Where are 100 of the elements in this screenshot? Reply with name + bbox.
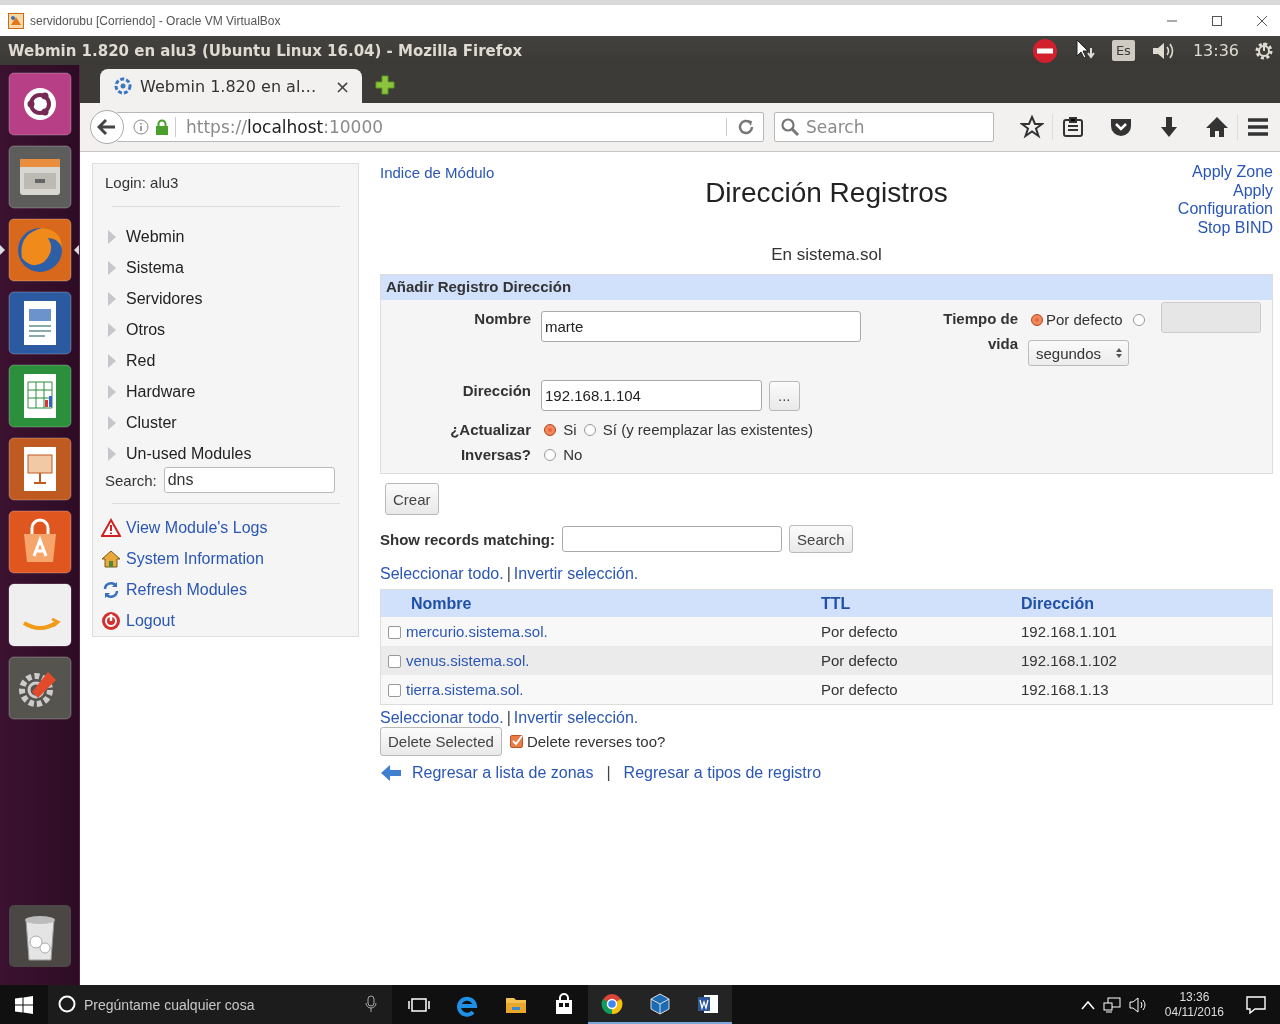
vm-app-icon [8,12,24,29]
star-icon[interactable] [1020,115,1044,139]
menu-icon[interactable] [1246,115,1270,139]
clock[interactable]: 13:36 [1192,41,1239,60]
zone-subtitle: En sistema.sol [770,245,883,265]
sidebar-link[interactable]: Refresh Modules [126,580,247,599]
category-item[interactable]: Webmin [107,221,358,252]
spinner-arrows-icon [1115,347,1124,359]
table-cell: 192.168.1.13 [1021,681,1109,698]
delete-selected-button[interactable]: Delete Selected [380,727,502,756]
network-icon[interactable] [1102,996,1121,1013]
radio-button[interactable] [544,424,556,436]
category-item[interactable]: Red [107,345,358,376]
taskbar-app[interactable] [684,985,732,1024]
windows-logo-icon[interactable] [15,995,33,1014]
clock[interactable]: 13:36 04/11/2016 [1164,989,1224,1020]
create-button[interactable]: Crear [385,483,439,515]
collapsed-arrow-icon [107,414,117,431]
radio-button[interactable] [544,449,556,461]
radio-button[interactable] [583,424,596,436]
radio-button[interactable] [1031,314,1043,326]
back-link[interactable]: Regresar a lista de zonas [412,764,594,782]
category-item[interactable]: Otros [107,314,358,345]
no-entry-icon[interactable] [1031,37,1058,64]
collapsed-arrow-icon [107,352,117,369]
search-button[interactable]: Search [789,525,853,553]
task-view-icon[interactable] [408,996,430,1013]
search-icon [780,117,800,137]
collapsed-arrow-icon [107,290,117,307]
form-header: Añadir Registro Dirección [381,275,1272,300]
picker-button[interactable]: ... [769,380,800,411]
module-search-field[interactable]: dns [163,467,335,493]
selection-link[interactable]: Invertir selección. [513,565,639,582]
keyboard-layout-indicator[interactable]: Es [1111,40,1135,61]
gear-flower-icon [114,77,132,95]
url-field[interactable]: https://localhost:10000 [116,112,764,142]
back-link[interactable]: Regresar a tipos de registro [623,764,822,782]
column-header[interactable]: Dirección [1021,594,1094,612]
window-title: servidorubu [Corriendo] - Oracle VM VirtualBox [30,13,281,28]
reading-list-icon[interactable] [1061,115,1085,139]
page-title: Dirección Registros [705,177,948,210]
circle-icon [58,995,76,1013]
record-link[interactable]: venus.sistema.sol. [406,652,530,669]
checkbox[interactable] [509,735,523,748]
record-link[interactable]: tierra.sistema.sol. [406,681,524,698]
checkbox[interactable] [388,655,401,668]
collapsed-arrow-icon [107,259,117,276]
taskbar-app[interactable] [588,985,636,1024]
sidebar-link[interactable]: Logout [126,611,175,630]
category-item[interactable]: Servidores [107,283,358,314]
category-item[interactable]: Sistema [107,252,358,283]
address-field[interactable]: 192.168.1.104 [541,380,762,411]
filter-field[interactable] [562,526,783,552]
category-item[interactable]: Cluster [107,407,358,438]
reload-icon[interactable] [737,118,755,136]
notification-icon[interactable] [1246,995,1266,1014]
table-cell: Por defecto [821,652,898,669]
name-field[interactable]: marte [541,311,861,342]
drawer-icon [7,145,72,209]
document-icon [7,291,72,355]
selection-link[interactable]: Invertir selección. [513,709,639,726]
selection-link[interactable]: Seleccionar todo. [380,709,504,726]
radio-button[interactable] [1132,314,1145,326]
action-link[interactable]: Stop BIND [1197,218,1273,237]
home-icon[interactable] [1205,115,1229,139]
filter-label: Show records matching: [380,530,556,548]
sidebar-link[interactable]: System Information [126,549,264,568]
search-field[interactable]: Search [774,112,994,142]
action-link[interactable]: Apply Zone [1192,163,1273,182]
action-link[interactable]: Apply Configuration [1173,181,1273,219]
separator: | [506,709,511,726]
url-text[interactable]: https://localhost:10000 [186,117,384,137]
sidebar-link[interactable]: View Module's Logs [126,518,268,537]
launcher-item[interactable] [0,218,79,282]
microphone-icon[interactable] [365,995,377,1013]
checkbox[interactable] [388,684,401,697]
radio-label: Sí (y reemplazar las existentes) [602,421,813,438]
cortana-search-field[interactable]: Pregúntame cualquier cosa [48,985,392,1024]
browser-tab[interactable]: Webmin 1.820 en al… × [100,69,362,103]
login-label: Login: alu3 [105,174,180,193]
separator: | [506,565,511,582]
volume-icon[interactable] [1128,996,1147,1013]
module-index-link[interactable]: Indice de Módulo [380,164,706,181]
field-label: ¿Actualizar Inversas? [449,420,531,465]
chevron-up-icon[interactable] [1080,999,1095,1010]
ubuntu-logo-icon [7,72,72,136]
presentation-icon [7,437,72,501]
unit-select[interactable]: segundos [1028,340,1130,366]
column-header[interactable]: Nombre [411,594,472,612]
category-item[interactable]: Hardware [107,376,358,407]
radio-label: Si [563,421,577,438]
back-button[interactable] [90,110,124,144]
checkbox[interactable] [388,626,401,639]
record-link[interactable]: mercurio.sistema.sol. [406,623,548,640]
field-label: Dirección [461,381,531,401]
tab-close-button[interactable]: × [334,75,350,97]
new-tab-icon[interactable] [374,74,396,96]
selection-link[interactable]: Seleccionar todo. [380,565,504,582]
category-item[interactable]: Un-used Modules [107,438,358,469]
column-header[interactable]: TTL [821,594,851,612]
